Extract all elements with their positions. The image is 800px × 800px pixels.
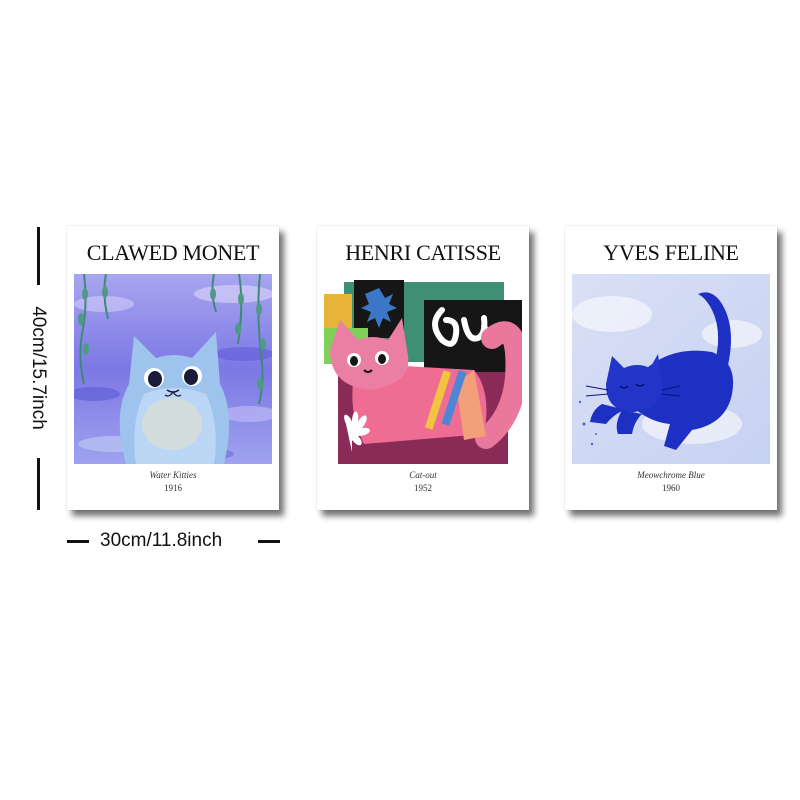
height-marker-bottom [37,458,40,510]
width-marker-left [67,540,89,543]
poster-yves-feline: YVES FELINE Meowchrome Blue 1960 [565,226,777,510]
poster-title: CLAWED MONET [86,240,260,265]
poster-henri-catisse: HENRI CATISSE Cat-out 1952 [317,226,529,510]
water-kitties-artwork [74,274,272,464]
artwork-caption: Water Kitties [149,470,197,480]
artwork-year: 1916 [164,483,182,493]
height-label: 40cm/15.7inch [28,306,49,430]
meowchrome-blue-artwork [572,274,770,464]
artwork-year: 1952 [414,483,432,493]
artwork-caption: Cat-out [409,470,437,480]
poster-clawed-monet: CLAWED MONET Water Kitties 1916 [67,226,279,510]
cat-out-artwork [324,274,522,464]
height-marker-top [37,227,40,285]
artwork-year: 1960 [662,483,680,493]
poster-title: HENRI CATISSE [345,240,501,265]
poster-title: YVES FELINE [603,240,739,265]
artwork-caption: Meowchrome Blue [637,470,705,480]
width-marker-right [258,540,280,543]
width-label: 30cm/11.8inch [100,530,223,551]
